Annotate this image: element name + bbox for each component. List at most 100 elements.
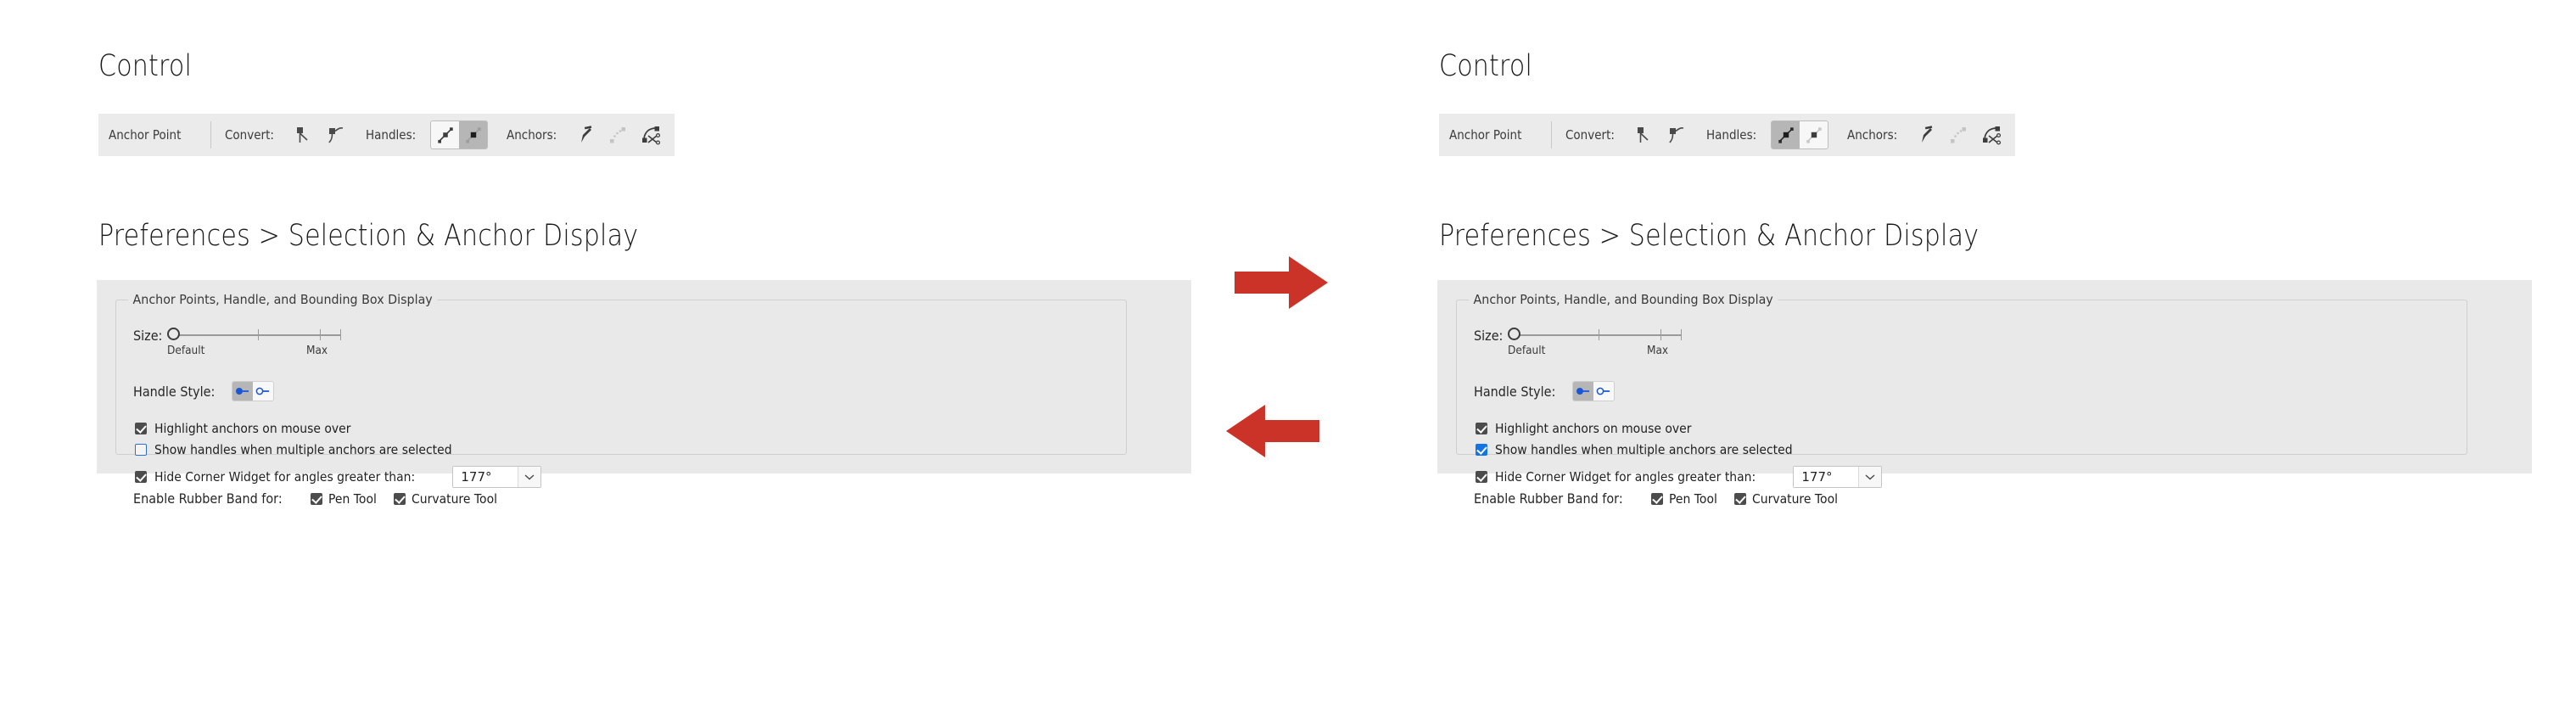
convert-to-smooth-icon[interactable] [1662, 122, 1688, 148]
control-bar: Anchor Point Convert: Handles: Anchors: [98, 114, 675, 156]
checkbox-label: Hide Corner Widget for angles greater th… [154, 469, 416, 485]
slider-track [176, 334, 342, 336]
handle-style-row: Handle Style: [133, 381, 275, 401]
checkbox-label: Curvature Tool [412, 490, 498, 507]
checkbox-show-handles[interactable] [1476, 444, 1487, 456]
size-min-caption: Default [167, 344, 205, 357]
add-anchor-pen-icon[interactable] [571, 122, 596, 148]
checkbox-row-show-handles[interactable]: Show handles when multiple anchors are s… [135, 442, 485, 457]
control-bar-title: Anchor Point [109, 127, 182, 143]
checkbox-curvature-tool[interactable] [394, 492, 406, 505]
preferences-heading: Preferences > Selection & Anchor Display [1439, 219, 1980, 253]
checkbox-show-handles[interactable] [135, 444, 147, 456]
rubber-band-label: Enable Rubber Band for: [1474, 490, 1623, 507]
angle-threshold-value: 177° [1794, 467, 1859, 487]
hide-handles-icon[interactable] [459, 121, 488, 148]
cut-path-scissors-icon[interactable] [639, 122, 664, 148]
preferences-panel: Anchor Points, Handle, and Bounding Box … [97, 280, 1191, 507]
add-anchor-pen-icon[interactable] [1912, 122, 1937, 148]
checkbox-row-hide-corner-widget[interactable]: Hide Corner Widget for angles greater th… [1476, 466, 1883, 488]
checkbox-label: Pen Tool [1669, 490, 1718, 507]
convert-to-corner-icon[interactable] [288, 122, 313, 148]
checkbox-pen-tool[interactable] [1651, 492, 1664, 505]
checkbox-highlight-anchors[interactable] [135, 423, 147, 434]
checkbox-row-highlight-anchors[interactable]: Highlight anchors on mouse over [1476, 421, 1713, 436]
rubber-band-curvature-tool[interactable]: Curvature Tool [1734, 491, 1847, 507]
hide-handles-icon[interactable] [1800, 121, 1828, 148]
size-label: Size: [133, 327, 163, 344]
before-panel: Control Anchor Point Convert: Handles: A… [93, 0, 1247, 706]
checkbox-highlight-anchors[interactable] [1476, 423, 1487, 434]
checkbox-label: Show handles when multiple anchors are s… [154, 442, 452, 457]
checkbox-curvature-tool[interactable] [1734, 492, 1747, 505]
anchors-label: Anchors: [507, 127, 557, 143]
size-min-caption: Default [1508, 344, 1546, 357]
arrow-right-icon [1235, 255, 1330, 311]
rubber-band-curvature-tool[interactable]: Curvature Tool [394, 491, 507, 507]
checkbox-label: Show handles when multiple anchors are s… [1495, 442, 1793, 457]
convert-label: Convert: [1565, 127, 1615, 143]
remove-anchor-icon [1946, 122, 1971, 148]
cut-path-scissors-icon[interactable] [1980, 122, 2005, 148]
checkbox-pen-tool[interactable] [311, 492, 323, 505]
rubber-band-pen-tool[interactable]: Pen Tool [311, 491, 382, 507]
handles-toggle-group [430, 120, 489, 149]
checkbox-label: Hide Corner Widget for angles greater th… [1495, 469, 1756, 485]
filled-handle-icon[interactable] [1573, 382, 1594, 401]
hollow-handle-icon[interactable] [253, 382, 274, 401]
size-slider[interactable]: Default Max [1508, 323, 1683, 357]
handles-label: Handles: [366, 127, 417, 143]
checkbox-hide-corner-widget[interactable] [1476, 471, 1487, 483]
slider-tick [258, 329, 260, 340]
rubber-band-label: Enable Rubber Band for: [133, 490, 283, 507]
show-handles-icon[interactable] [1772, 121, 1800, 148]
arrow-left-icon [1224, 403, 1319, 459]
preferences-panel: Anchor Points, Handle, and Bounding Box … [1437, 280, 2532, 507]
size-slider-thumb[interactable] [167, 328, 181, 340]
checkbox-label: Highlight anchors on mouse over [154, 421, 351, 436]
checkbox-row-hide-corner-widget[interactable]: Hide Corner Widget for angles greater th… [135, 466, 542, 488]
size-slider-thumb[interactable] [1508, 328, 1521, 340]
convert-to-smooth-icon[interactable] [322, 122, 347, 148]
anchor-display-fieldset: Anchor Points, Handle, and Bounding Box … [115, 292, 1127, 507]
control-heading: Control [98, 49, 193, 83]
convert-group: Convert: [225, 122, 347, 148]
convert-to-corner-icon[interactable] [1628, 122, 1654, 148]
handle-style-label: Handle Style: [1474, 383, 1556, 400]
anchors-group: Anchors: [507, 122, 664, 148]
checkbox-row-show-handles[interactable]: Show handles when multiple anchors are s… [1476, 442, 1826, 457]
slider-tick [320, 329, 322, 340]
chevron-down-icon[interactable] [1858, 467, 1882, 487]
anchors-group: Anchors: [1847, 122, 2005, 148]
checkbox-label: Pen Tool [328, 490, 378, 507]
convert-label: Convert: [225, 127, 274, 143]
size-label: Size: [1474, 327, 1504, 344]
handles-label: Handles: [1706, 127, 1757, 143]
slider-tick [1681, 329, 1683, 340]
angle-threshold-select[interactable]: 177° [1793, 466, 1883, 488]
rubber-band-pen-tool[interactable]: Pen Tool [1651, 491, 1722, 507]
checkbox-hide-corner-widget[interactable] [135, 471, 147, 483]
size-slider[interactable]: Default Max [167, 323, 342, 357]
checkbox-row-highlight-anchors[interactable]: Highlight anchors on mouse over [135, 421, 372, 436]
fieldset-legend: Anchor Points, Handle, and Bounding Box … [128, 292, 438, 307]
angle-threshold-select[interactable]: 177° [452, 466, 542, 488]
handles-toggle-group [1771, 120, 1829, 149]
slider-track [1517, 334, 1683, 336]
size-max-caption: Max [306, 344, 328, 357]
hollow-handle-icon[interactable] [1593, 382, 1615, 401]
remove-anchor-icon [605, 122, 630, 148]
show-handles-icon[interactable] [431, 121, 460, 148]
checkbox-label: Curvature Tool [1752, 490, 1839, 507]
size-row: Size: Default Max [1474, 323, 1683, 357]
anchors-label: Anchors: [1847, 127, 1898, 143]
fieldset-legend: Anchor Points, Handle, and Bounding Box … [1469, 292, 1778, 307]
toolbar-divider [210, 121, 211, 148]
rubber-band-row: Enable Rubber Band for: Pen Tool Curvatu… [1474, 490, 1848, 507]
handles-group: Handles: [366, 120, 491, 149]
chevron-down-icon[interactable] [518, 467, 541, 487]
filled-handle-icon[interactable] [232, 382, 254, 401]
checkbox-label: Highlight anchors on mouse over [1495, 421, 1692, 436]
convert-group: Convert: [1565, 122, 1688, 148]
toolbar-divider [1551, 121, 1552, 148]
